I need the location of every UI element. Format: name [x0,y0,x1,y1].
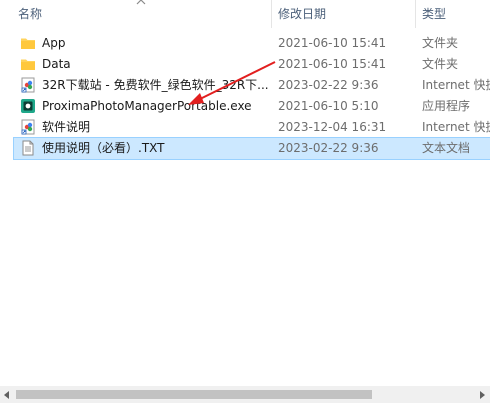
file-type: 应用程序 [422,99,471,113]
file-date: 2021-06-10 15:41 [278,36,387,50]
file-row[interactable]: 32R下载站 - 免费软件_绿色软件_32R下... 2023-02-22 9:… [14,75,490,96]
folder-icon [21,59,35,70]
column-header-bar: 名称 修改日期 类型 [0,0,490,28]
file-date: 2023-02-22 9:36 [278,141,379,155]
file-name: 使用说明（必看）.TXT [42,141,165,155]
file-type: Internet 快捷 [422,78,490,92]
file-date: 2023-12-04 16:31 [278,120,387,134]
file-type: 文件夹 [422,36,459,50]
folder-icon [21,38,35,49]
internet-shortcut-icon [21,77,35,93]
file-row-selected[interactable]: 使用说明（必看）.TXT 2023-02-22 9:36 文本文档 [13,137,490,160]
text-document-icon [22,140,34,156]
file-name: App [42,36,66,50]
name-cell: 使用说明（必看）.TXT [18,138,270,159]
date-column-header[interactable]: 修改日期 [278,0,326,28]
column-separator[interactable] [415,0,416,28]
file-type: 文本文档 [422,141,471,155]
app-exe-icon [21,99,35,113]
name-cell: 软件说明 [18,117,270,138]
file-name: 32R下载站 - 免费软件_绿色软件_32R下... [42,78,269,92]
file-type: 文件夹 [422,57,459,71]
file-name: ProximaPhotoManagerPortable.exe [42,99,252,113]
sort-ascending-icon [136,0,146,5]
file-date: 2023-02-22 9:36 [278,78,379,92]
scroll-right-icon[interactable] [477,390,487,400]
internet-shortcut-icon [21,119,35,135]
scroll-left-icon[interactable] [2,390,12,400]
column-separator[interactable] [271,0,272,28]
file-date: 2021-06-10 5:10 [278,99,379,113]
file-type: Internet 快捷 [422,120,490,134]
file-row[interactable]: 软件说明 2023-12-04 16:31 Internet 快捷 [14,117,490,138]
name-cell: Data [18,54,270,75]
name-column-header[interactable]: 名称 [18,0,42,28]
file-date: 2021-06-10 15:41 [278,57,387,71]
file-name: Data [42,57,71,71]
name-cell: 32R下载站 - 免费软件_绿色软件_32R下... [18,75,270,96]
scrollbar-thumb[interactable] [16,390,372,399]
file-name: 软件说明 [42,120,91,134]
file-row[interactable]: ProximaPhotoManagerPortable.exe 2021-06-… [14,96,490,117]
horizontal-scrollbar[interactable] [0,386,490,403]
file-row[interactable]: App 2021-06-10 15:41 文件夹 [14,33,490,54]
name-cell: App [18,33,270,54]
name-cell: ProximaPhotoManagerPortable.exe [18,96,270,117]
type-column-header[interactable]: 类型 [422,0,446,28]
file-row[interactable]: Data 2021-06-10 15:41 文件夹 [14,54,490,75]
